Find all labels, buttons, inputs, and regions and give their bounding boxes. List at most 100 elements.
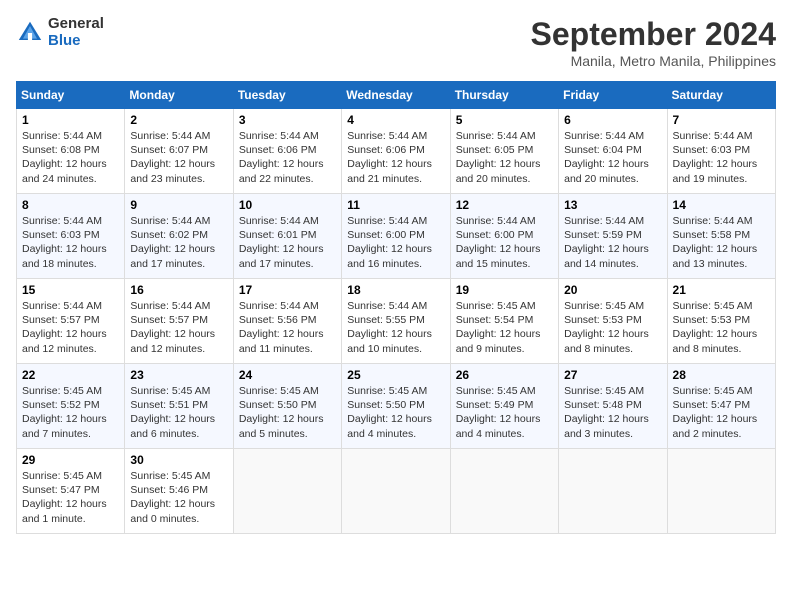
- day-number: 28: [673, 368, 770, 382]
- day-number: 15: [22, 283, 119, 297]
- day-cell: [233, 449, 341, 534]
- day-cell: 26 Sunrise: 5:45 AMSunset: 5:49 PMDayligh…: [450, 364, 558, 449]
- day-info: Sunrise: 5:44 AMSunset: 6:00 PMDaylight:…: [347, 215, 432, 270]
- weekday-header-saturday: Saturday: [667, 82, 775, 109]
- day-cell: 27Sunrise: 5:45 AMSunset: 5:48 PMDayligh…: [559, 364, 667, 449]
- day-info: Sunrise: 5:45 AMSunset: 5:47 PMDaylight:…: [673, 385, 758, 440]
- day-cell: [667, 449, 775, 534]
- week-row-3: 15 Sunrise: 5:44 AMSunset: 5:57 PMDayligh…: [17, 279, 776, 364]
- day-cell: 2 Sunrise: 5:44 AMSunset: 6:07 PMDaylight…: [125, 109, 233, 194]
- day-cell: 7Sunrise: 5:44 AMSunset: 6:03 PMDaylight…: [667, 109, 775, 194]
- day-number: 14: [673, 198, 770, 212]
- day-cell: 22 Sunrise: 5:45 AMSunset: 5:52 PMDayligh…: [17, 364, 125, 449]
- week-row-5: 29Sunrise: 5:45 AMSunset: 5:47 PMDayligh…: [17, 449, 776, 534]
- day-cell: 30 Sunrise: 5:45 AMSunset: 5:46 PMDayligh…: [125, 449, 233, 534]
- weekday-header-tuesday: Tuesday: [233, 82, 341, 109]
- weekday-header-friday: Friday: [559, 82, 667, 109]
- day-info: Sunrise: 5:45 AMSunset: 5:47 PMDaylight:…: [22, 470, 107, 525]
- day-info: Sunrise: 5:44 AMSunset: 6:00 PMDaylight:…: [456, 215, 541, 270]
- day-info: Sunrise: 5:44 AMSunset: 6:06 PMDaylight:…: [239, 130, 324, 185]
- day-info: Sunrise: 5:45 AMSunset: 5:53 PMDaylight:…: [564, 300, 649, 355]
- day-cell: 24Sunrise: 5:45 AMSunset: 5:50 PMDayligh…: [233, 364, 341, 449]
- weekday-header-sunday: Sunday: [17, 82, 125, 109]
- day-cell: 9 Sunrise: 5:44 AMSunset: 6:02 PMDaylight…: [125, 194, 233, 279]
- day-cell: 10Sunrise: 5:44 AMSunset: 6:01 PMDayligh…: [233, 194, 341, 279]
- day-number: 1: [22, 113, 119, 127]
- day-number: 24: [239, 368, 336, 382]
- day-info: Sunrise: 5:45 AMSunset: 5:51 PMDaylight:…: [130, 385, 215, 440]
- week-row-1: 1 Sunrise: 5:44 AMSunset: 6:08 PMDaylight…: [17, 109, 776, 194]
- calendar-title: September 2024: [531, 16, 776, 53]
- day-number: 18: [347, 283, 444, 297]
- day-number: 20: [564, 283, 661, 297]
- day-cell: 17 Sunrise: 5:44 AMSunset: 5:56 PMDayligh…: [233, 279, 341, 364]
- day-number: 16: [130, 283, 227, 297]
- calendar-subtitle: Manila, Metro Manila, Philippines: [531, 53, 776, 69]
- day-number: 2: [130, 113, 227, 127]
- day-info: Sunrise: 5:44 AMSunset: 5:55 PMDaylight:…: [347, 300, 432, 355]
- week-row-2: 8 Sunrise: 5:44 AMSunset: 6:03 PMDaylight…: [17, 194, 776, 279]
- day-info: Sunrise: 5:44 AMSunset: 5:57 PMDaylight:…: [22, 300, 107, 355]
- day-number: 3: [239, 113, 336, 127]
- day-number: 6: [564, 113, 661, 127]
- day-cell: 1 Sunrise: 5:44 AMSunset: 6:08 PMDaylight…: [17, 109, 125, 194]
- day-info: Sunrise: 5:44 AMSunset: 6:03 PMDaylight:…: [22, 215, 107, 270]
- day-cell: 12 Sunrise: 5:44 AMSunset: 6:00 PMDayligh…: [450, 194, 558, 279]
- day-cell: 19Sunrise: 5:45 AMSunset: 5:54 PMDayligh…: [450, 279, 558, 364]
- day-number: 11: [347, 198, 444, 212]
- day-cell: 14 Sunrise: 5:44 AMSunset: 5:58 PMDayligh…: [667, 194, 775, 279]
- logo-general-text: General: [48, 16, 104, 33]
- day-cell: 13 Sunrise: 5:44 AMSunset: 5:59 PMDayligh…: [559, 194, 667, 279]
- logo: General Blue: [16, 16, 104, 49]
- day-number: 17: [239, 283, 336, 297]
- day-info: Sunrise: 5:44 AMSunset: 6:01 PMDaylight:…: [239, 215, 324, 270]
- day-info: Sunrise: 5:45 AMSunset: 5:53 PMDaylight:…: [673, 300, 758, 355]
- header: General Blue September 2024 Manila, Metr…: [16, 16, 776, 69]
- weekday-header-monday: Monday: [125, 82, 233, 109]
- day-number: 9: [130, 198, 227, 212]
- day-info: Sunrise: 5:45 AMSunset: 5:54 PMDaylight:…: [456, 300, 541, 355]
- day-cell: 11 Sunrise: 5:44 AMSunset: 6:00 PMDayligh…: [342, 194, 450, 279]
- day-info: Sunrise: 5:45 AMSunset: 5:46 PMDaylight:…: [130, 470, 215, 525]
- day-cell: 4Sunrise: 5:44 AMSunset: 6:06 PMDaylight…: [342, 109, 450, 194]
- day-number: 22: [22, 368, 119, 382]
- calendar-table: SundayMondayTuesdayWednesdayThursdayFrid…: [16, 81, 776, 534]
- week-row-4: 22 Sunrise: 5:45 AMSunset: 5:52 PMDayligh…: [17, 364, 776, 449]
- day-number: 12: [456, 198, 553, 212]
- day-cell: 28 Sunrise: 5:45 AMSunset: 5:47 PMDayligh…: [667, 364, 775, 449]
- day-number: 21: [673, 283, 770, 297]
- day-number: 5: [456, 113, 553, 127]
- day-info: Sunrise: 5:44 AMSunset: 5:56 PMDaylight:…: [239, 300, 324, 355]
- day-cell: 25Sunrise: 5:45 AMSunset: 5:50 PMDayligh…: [342, 364, 450, 449]
- day-cell: 20 Sunrise: 5:45 AMSunset: 5:53 PMDayligh…: [559, 279, 667, 364]
- weekday-header-thursday: Thursday: [450, 82, 558, 109]
- weekday-header-row: SundayMondayTuesdayWednesdayThursdayFrid…: [17, 82, 776, 109]
- day-info: Sunrise: 5:44 AMSunset: 6:05 PMDaylight:…: [456, 130, 541, 185]
- weekday-header-wednesday: Wednesday: [342, 82, 450, 109]
- day-number: 30: [130, 453, 227, 467]
- day-info: Sunrise: 5:45 AMSunset: 5:52 PMDaylight:…: [22, 385, 107, 440]
- day-cell: 3 Sunrise: 5:44 AMSunset: 6:06 PMDaylight…: [233, 109, 341, 194]
- day-number: 7: [673, 113, 770, 127]
- day-info: Sunrise: 5:44 AMSunset: 6:06 PMDaylight:…: [347, 130, 432, 185]
- day-info: Sunrise: 5:44 AMSunset: 5:58 PMDaylight:…: [673, 215, 758, 270]
- day-info: Sunrise: 5:44 AMSunset: 6:04 PMDaylight:…: [564, 130, 649, 185]
- day-info: Sunrise: 5:44 AMSunset: 6:07 PMDaylight:…: [130, 130, 215, 185]
- day-number: 26: [456, 368, 553, 382]
- day-cell: 21 Sunrise: 5:45 AMSunset: 5:53 PMDayligh…: [667, 279, 775, 364]
- day-info: Sunrise: 5:44 AMSunset: 6:02 PMDaylight:…: [130, 215, 215, 270]
- day-info: Sunrise: 5:44 AMSunset: 5:59 PMDaylight:…: [564, 215, 649, 270]
- day-number: 25: [347, 368, 444, 382]
- day-info: Sunrise: 5:44 AMSunset: 6:08 PMDaylight:…: [22, 130, 107, 185]
- day-cell: 8 Sunrise: 5:44 AMSunset: 6:03 PMDaylight…: [17, 194, 125, 279]
- title-area: September 2024 Manila, Metro Manila, Phi…: [531, 16, 776, 69]
- day-number: 13: [564, 198, 661, 212]
- day-cell: 5 Sunrise: 5:44 AMSunset: 6:05 PMDaylight…: [450, 109, 558, 194]
- day-cell: [342, 449, 450, 534]
- day-info: Sunrise: 5:45 AMSunset: 5:49 PMDaylight:…: [456, 385, 541, 440]
- logo-text: General Blue: [48, 16, 104, 49]
- day-cell: 18 Sunrise: 5:44 AMSunset: 5:55 PMDayligh…: [342, 279, 450, 364]
- logo-icon: [16, 19, 44, 47]
- day-info: Sunrise: 5:45 AMSunset: 5:48 PMDaylight:…: [564, 385, 649, 440]
- day-number: 8: [22, 198, 119, 212]
